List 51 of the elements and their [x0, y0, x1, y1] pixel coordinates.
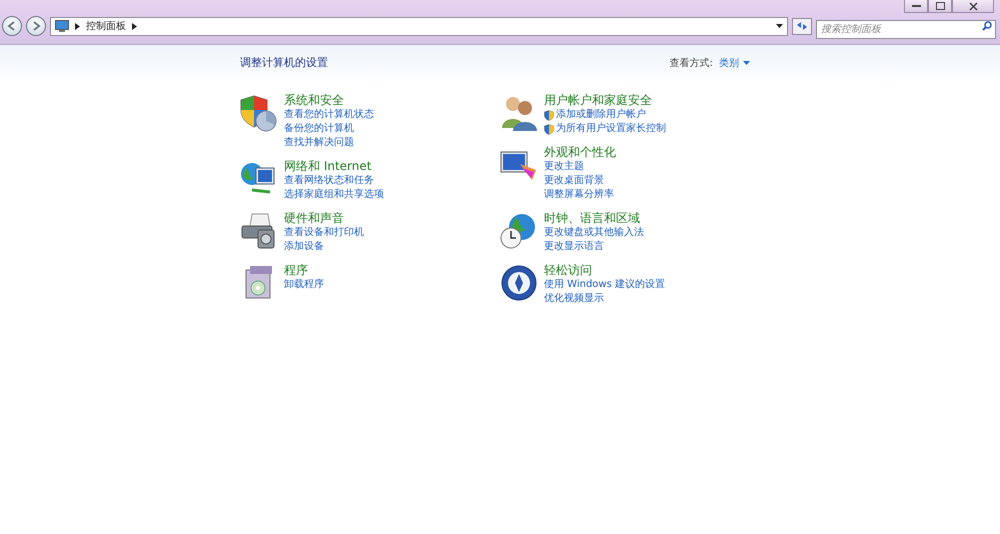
close-button[interactable] [952, 0, 994, 13]
task-link[interactable]: 选择家庭组和共享选项 [284, 188, 384, 202]
search-icon[interactable] [982, 20, 992, 30]
view-by-label: 查看方式: [670, 56, 713, 70]
maximize-button[interactable] [928, 0, 952, 13]
task-link[interactable]: 更改主题 [544, 160, 584, 174]
category-icon[interactable] [500, 264, 538, 302]
search-field[interactable]: 搜索控制面板 [816, 20, 996, 38]
refresh-button[interactable] [792, 18, 812, 34]
breadcrumb-item[interactable]: 控制面板 [86, 19, 126, 33]
category-link[interactable]: 外观和个性化 [544, 144, 616, 160]
task-link[interactable]: 查看您的计算机状态 [284, 108, 374, 122]
category-link[interactable]: 轻松访问 [544, 262, 665, 278]
task-link[interactable]: 更改桌面背景 [544, 174, 604, 188]
task-link[interactable]: 查看网络状态和任务 [284, 174, 374, 188]
page-title: 调整计算机的设置 [240, 55, 328, 70]
task-link[interactable]: 添加设备 [284, 240, 324, 254]
task-link[interactable]: 卸载程序 [284, 278, 324, 292]
task-link[interactable]: 更改显示语言 [544, 240, 604, 254]
task-link[interactable]: 更改键盘或其他输入法 [544, 226, 644, 240]
minimize-button[interactable] [904, 0, 928, 13]
task-link[interactable]: 查找并解决问题 [284, 136, 354, 150]
refresh-icon [796, 21, 808, 31]
close-icon [968, 2, 978, 10]
minimize-icon [912, 4, 920, 8]
category-link[interactable]: 程序 [284, 262, 324, 278]
category-link[interactable]: 硬件和声音 [284, 210, 364, 226]
chevron-right-icon[interactable] [132, 22, 137, 30]
shield-icon [544, 124, 554, 134]
category-icon[interactable] [240, 94, 278, 132]
chevron-right-icon[interactable] [75, 22, 80, 30]
dropdown-arrow-icon[interactable] [776, 24, 783, 28]
task-link[interactable]: 添加或删除用户帐户 [556, 108, 646, 122]
task-link[interactable]: 备份您的计算机 [284, 122, 354, 136]
task-link[interactable]: 使用 Windows 建议的设置 [544, 278, 665, 292]
forward-button[interactable] [26, 16, 46, 36]
task-link[interactable]: 为所有用户设置家长控制 [556, 122, 666, 136]
task-link[interactable]: 调整屏幕分辨率 [544, 188, 614, 202]
shield-icon [544, 110, 554, 120]
address-bar[interactable]: 控制面板 [50, 16, 788, 36]
category-link[interactable]: 时钟、语言和区域 [544, 210, 644, 226]
category-link[interactable]: 系统和安全 [284, 92, 374, 108]
view-by-dropdown[interactable]: 类别 [719, 56, 750, 70]
task-link[interactable]: 优化视频显示 [544, 292, 604, 306]
maximize-icon [936, 2, 944, 10]
caret-icon [743, 60, 750, 64]
back-button[interactable] [2, 16, 22, 36]
task-link[interactable]: 查看设备和打印机 [284, 226, 364, 240]
category-link[interactable]: 网络和 Internet [284, 158, 384, 174]
monitor-icon [55, 20, 69, 32]
category-link[interactable]: 用户帐户和家庭安全 [544, 92, 666, 108]
